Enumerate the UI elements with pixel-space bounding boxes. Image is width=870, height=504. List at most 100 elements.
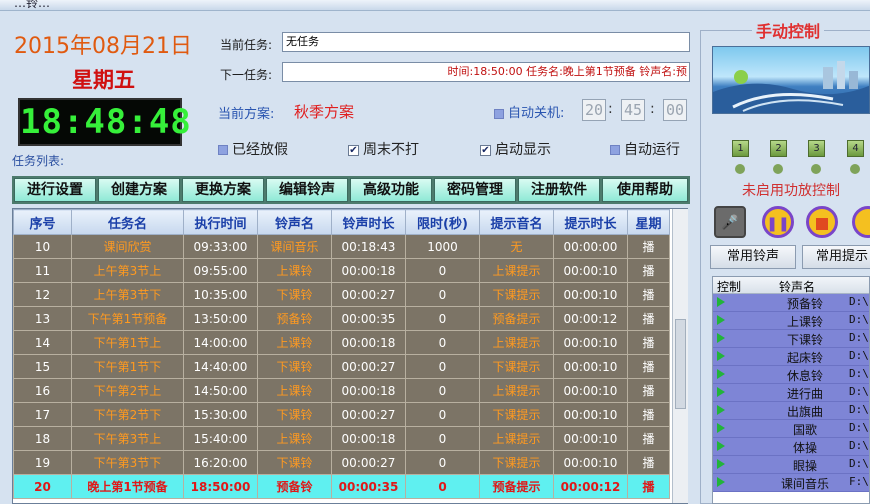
channel-1-toggle[interactable]: 1 [732,140,749,157]
table-row[interactable]: 20 晚上第1节预备 18:50:00 预备铃 00:00:35 0 预备提示 00:00:1… [13,474,670,499]
bell-list-item[interactable]: 体操 D:\ [713,438,869,456]
table-scrollbar[interactable] [672,209,688,503]
table-cell: 00:00:27 [331,282,406,307]
shutdown-hour-field[interactable]: 20 [582,99,606,121]
table-cell: 下午第1节下 [71,354,184,379]
bell-name: 下课铃 [786,333,823,347]
table-cell: 下课提示 [479,354,554,379]
bell-list-item[interactable]: 起床铃 D:\ [713,348,869,366]
table-row[interactable]: 13 下午第1节预备 13:50:00 预备铃 00:00:35 0 预备提示 00:00:1… [13,306,670,331]
bell-list-item[interactable]: 进行曲 D:\ [713,384,869,402]
microphone-icon[interactable]: 🎤 [714,206,746,238]
current-task-field[interactable]: 无任务 [282,32,690,52]
edit-bells-button[interactable]: 编辑铃声 [266,178,348,202]
play-icon[interactable] [717,333,725,343]
scrollbar-thumb[interactable] [675,319,686,409]
play-icon[interactable] [717,423,725,433]
table-row[interactable]: 11 上午第3节上 09:55:00 上课铃 00:00:18 0 上课提示 00:00:10… [13,258,670,283]
bell-list-item[interactable]: 下课铃 D:\ [713,330,869,348]
play-icon[interactable] [717,297,725,307]
shutdown-second-field[interactable]: 00 [663,99,687,121]
table-cell: 00:00:10 [553,450,628,475]
weekend-checkbox[interactable]: ✔ [348,144,359,156]
stop-icon[interactable] [806,206,838,238]
change-plan-button[interactable]: 更换方案 [182,178,264,202]
play-icon[interactable] [717,387,725,397]
help-button[interactable]: 使用帮助 [602,178,688,202]
bell-list-item[interactable]: 上课铃 D:\ [713,312,869,330]
column-header[interactable]: 任务名 [71,209,184,235]
banner-graphic [713,61,869,113]
table-cell: 下午第3节下 [71,450,184,475]
channel-4-toggle[interactable]: 4 [847,140,864,157]
column-header[interactable]: 铃声名 [257,209,332,235]
auto-shutdown[interactable]: 自动关机: [494,102,564,121]
time-separator: : [608,101,613,117]
table-row[interactable]: 17 下午第2节下 15:30:00 下课铃 00:00:27 0 下课提示 00:00:10… [13,402,670,427]
pause-icon[interactable]: ❚❚ [762,206,794,238]
table-cell: 课间音乐 [257,234,332,259]
holiday-option[interactable]: 已经放假 [218,139,288,159]
play-icon[interactable] [717,441,725,451]
bell-list-item[interactable]: 预备铃 D:\ [713,294,869,312]
table-cell: 下课提示 [479,282,554,307]
column-header[interactable]: 铃声时长 [331,209,406,235]
register-button[interactable]: 注册软件 [518,178,600,202]
column-header[interactable]: 限时(秒) [405,209,480,235]
shutdown-minute-field[interactable]: 45 [621,99,645,121]
bell-name: 体操 [792,441,817,455]
bell-list-item[interactable]: 眼操 D:\ [713,456,869,474]
table-cell: 15:40:00 [183,426,258,451]
bell-path: F:\ [849,475,869,488]
auto-run-option[interactable]: 自动运行 [610,139,680,159]
play-icon[interactable] [717,459,725,469]
table-row[interactable]: 15 下午第1节下 14:40:00 下课铃 00:00:27 0 下课提示 00:00:10… [13,354,670,379]
auto-run-checkbox[interactable] [610,145,620,155]
column-header[interactable]: 提示音名 [479,209,554,235]
advanced-button[interactable]: 高级功能 [350,178,432,202]
channel-2-toggle[interactable]: 2 [770,140,787,157]
weekend-option[interactable]: ✔ 周末不打 [348,139,419,159]
bell-list-item[interactable]: 出旗曲 D:\ [713,402,869,420]
table-row[interactable]: 16 下午第2节上 14:50:00 上课铃 00:00:18 0 上课提示 00:00:10… [13,378,670,403]
play-icon[interactable] [717,315,725,325]
startup-display-checkbox[interactable]: ✔ [480,144,491,156]
common-bells-button[interactable]: 常用铃声 [710,245,796,269]
holiday-checkbox[interactable] [218,145,228,155]
table-row[interactable]: 19 下午第3节下 16:20:00 下课铃 00:00:27 0 下课提示 00:00:10… [13,450,670,475]
table-cell: 0 [405,330,480,355]
table-cell: 下午第3节上 [71,426,184,451]
play-icon[interactable] [717,477,725,487]
table-cell: 13:50:00 [183,306,258,331]
table-cell: 16 [13,378,72,403]
column-header[interactable]: 执行时间 [183,209,258,235]
play-icon[interactable] [717,351,725,361]
column-header[interactable]: 序号 [13,209,72,235]
table-cell: 下课铃 [257,402,332,427]
auto-run-label: 自动运行 [624,142,680,158]
bell-name: 上课铃 [786,315,823,329]
channel-2-indicator [773,164,783,174]
table-row[interactable]: 12 上午第3节下 10:35:00 下课铃 00:00:27 0 下课提示 00:00:10… [13,282,670,307]
bell-list-item[interactable]: 国歌 D:\ [713,420,869,438]
bell-list-item[interactable]: 休息铃 D:\ [713,366,869,384]
play-icon[interactable] [717,369,725,379]
password-button[interactable]: 密码管理 [434,178,516,202]
startup-display-option[interactable]: ✔ 启动显示 [480,139,551,159]
create-plan-button[interactable]: 创建方案 [98,178,180,202]
table-row[interactable]: 10 课间欣赏 09:33:00 课间音乐 00:18:43 1000 无 00:00:00 播 [13,234,670,259]
table-cell: 14:00:00 [183,330,258,355]
bell-list-item[interactable]: 课间音乐 F:\ [713,474,869,492]
table-row[interactable]: 18 下午第3节上 15:40:00 上课铃 00:00:18 0 上课提示 00:00:10… [13,426,670,451]
common-prompts-button[interactable]: 常用提示 [802,245,870,269]
column-header[interactable]: 提示时长 [553,209,628,235]
next-task-field[interactable]: 时间:18:50:00 任务名:晚上第1节预备 铃声名:预 [282,62,690,82]
table-cell: 上课铃 [257,258,332,283]
column-header[interactable]: 星期 [627,209,670,235]
table-row[interactable]: 14 下午第1节上 14:00:00 上课铃 00:00:18 0 上课提示 00:00:10… [13,330,670,355]
auto-shutdown-checkbox[interactable] [494,108,504,119]
channel-3-toggle[interactable]: 3 [808,140,825,157]
settings-button[interactable]: 进行设置 [14,178,96,202]
play-icon[interactable] [717,405,725,415]
table-cell: 播 [627,282,670,307]
